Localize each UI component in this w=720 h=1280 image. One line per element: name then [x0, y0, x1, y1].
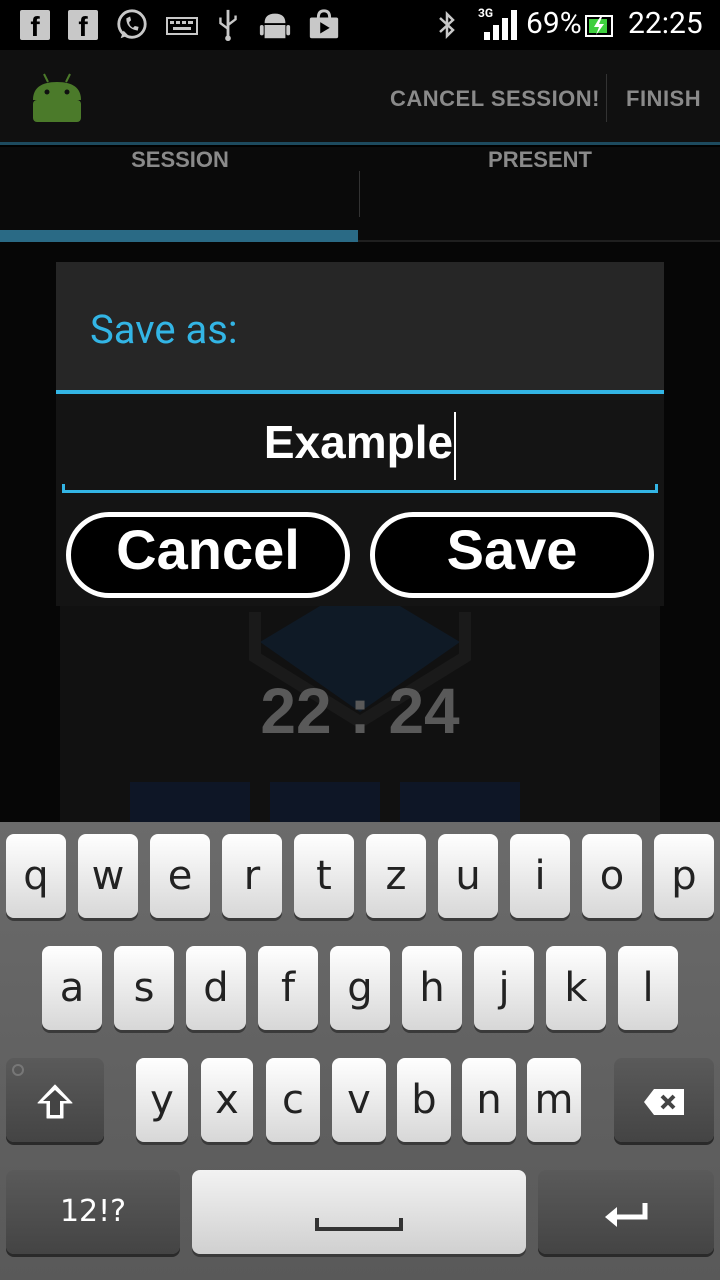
- whatsapp-icon: [117, 9, 147, 39]
- battery-percent: 69%: [526, 6, 582, 41]
- enter-key[interactable]: [538, 1170, 714, 1254]
- symbols-key[interactable]: 12!?: [6, 1170, 180, 1254]
- dialog-title: Save as:: [90, 306, 238, 353]
- key-t[interactable]: t: [294, 834, 354, 918]
- key-b[interactable]: b: [397, 1058, 451, 1142]
- tab-present[interactable]: PRESENT: [360, 147, 720, 242]
- android-icon: [259, 13, 291, 39]
- key-f[interactable]: f: [258, 946, 318, 1030]
- backspace-icon: [644, 1089, 684, 1115]
- signal-icon: [484, 10, 517, 40]
- key-d[interactable]: d: [186, 946, 246, 1030]
- key-s[interactable]: s: [114, 946, 174, 1030]
- space-icon: [315, 1218, 403, 1231]
- app-icon: [33, 73, 81, 122]
- enter-icon: [605, 1203, 648, 1227]
- soft-keyboard: q w e r t z u i o p a s d f g h j k l y …: [0, 822, 720, 1280]
- key-e[interactable]: e: [150, 834, 210, 918]
- key-l[interactable]: l: [618, 946, 678, 1030]
- session-timer: 22 : 24: [260, 675, 460, 747]
- finish-button[interactable]: FINISH: [626, 86, 701, 112]
- space-key[interactable]: [192, 1170, 526, 1254]
- keyboard-icon: [166, 17, 198, 35]
- facebook-icon: f: [68, 10, 98, 42]
- key-u[interactable]: u: [438, 834, 498, 918]
- text-cursor: [454, 411, 457, 480]
- key-p[interactable]: p: [654, 834, 714, 918]
- tab-bar: SESSION PRESENT: [0, 147, 720, 242]
- dialog-title-divider: [56, 390, 664, 394]
- bluetooth-icon: [439, 10, 455, 40]
- action-bar: CANCEL SESSION! FINISH: [0, 50, 720, 145]
- key-q[interactable]: q: [6, 834, 66, 918]
- play-store-icon: [309, 9, 339, 39]
- key-i[interactable]: i: [510, 834, 570, 918]
- battery-icon: [585, 15, 613, 37]
- cancel-session-button[interactable]: CANCEL SESSION!: [390, 86, 600, 112]
- selected-tab-indicator: [0, 230, 358, 242]
- key-c[interactable]: c: [266, 1058, 320, 1142]
- save-as-dialog: Save as: Example Cancel Save: [56, 262, 664, 606]
- shift-icon: [37, 1084, 73, 1119]
- field-underline-tick: [62, 484, 65, 493]
- dialog-header: Save as:: [56, 262, 664, 390]
- filename-field[interactable]: Example: [62, 402, 658, 496]
- facebook-icon: f: [20, 10, 50, 42]
- key-k[interactable]: k: [546, 946, 606, 1030]
- key-a[interactable]: a: [42, 946, 102, 1030]
- tab-session[interactable]: SESSION: [0, 147, 360, 242]
- field-underline-tick: [655, 484, 658, 493]
- key-g[interactable]: g: [330, 946, 390, 1030]
- key-v[interactable]: v: [332, 1058, 386, 1142]
- key-y[interactable]: y: [136, 1058, 188, 1142]
- key-o[interactable]: o: [582, 834, 642, 918]
- filename-input[interactable]: Example: [62, 402, 658, 482]
- key-z[interactable]: z: [366, 834, 426, 918]
- clock: 22:25: [628, 6, 703, 41]
- status-bar: f f 3G 69% 22:25: [0, 0, 720, 50]
- key-n[interactable]: n: [462, 1058, 516, 1142]
- shift-key[interactable]: [6, 1058, 104, 1142]
- backspace-key[interactable]: [614, 1058, 714, 1142]
- field-underline: [62, 490, 658, 493]
- filename-value: Example: [263, 416, 454, 468]
- usb-icon: [219, 9, 237, 42]
- key-h[interactable]: h: [402, 946, 462, 1030]
- key-r[interactable]: r: [222, 834, 282, 918]
- key-m[interactable]: m: [527, 1058, 581, 1142]
- cancel-button[interactable]: Cancel: [66, 512, 350, 598]
- save-button[interactable]: Save: [370, 512, 654, 598]
- caps-lock-indicator: [12, 1064, 24, 1076]
- key-j[interactable]: j: [474, 946, 534, 1030]
- key-x[interactable]: x: [201, 1058, 253, 1142]
- key-w[interactable]: w: [78, 834, 138, 918]
- divider: [606, 74, 607, 122]
